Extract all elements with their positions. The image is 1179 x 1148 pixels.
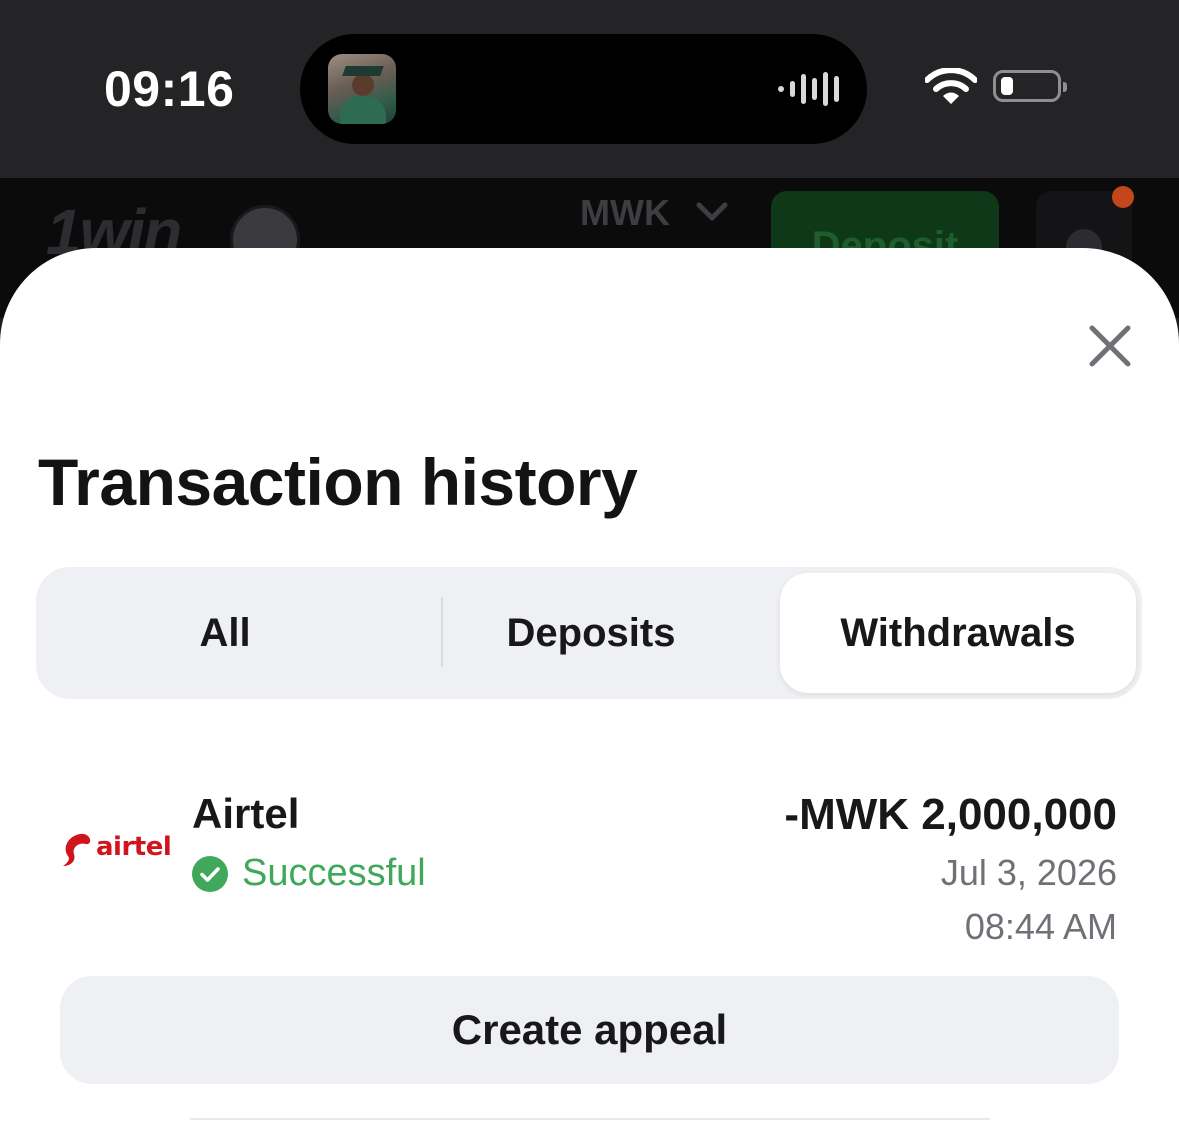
transaction-date: Jul 3, 2026 <box>940 852 1117 893</box>
airtel-swirl-icon <box>63 833 91 866</box>
provider-name: Airtel <box>192 790 300 837</box>
transaction-type-tabs: All Deposits Withdrawals <box>36 567 1142 699</box>
status-text: Successful <box>242 852 426 894</box>
tab-withdrawals[interactable]: Withdrawals <box>780 573 1136 693</box>
audio-waveform-icon <box>778 72 839 106</box>
chevron-down-icon[interactable] <box>695 196 729 226</box>
page-title: Transaction history <box>38 445 638 519</box>
notification-dot <box>1112 186 1134 208</box>
close-button[interactable] <box>1086 322 1134 370</box>
dynamic-island[interactable] <box>300 34 867 144</box>
status-badge: Successful <box>192 852 426 895</box>
transaction-amount: -MWK 2,000,000 <box>784 790 1117 839</box>
transaction-time: 08:44 AM <box>964 906 1117 947</box>
transaction-row[interactable]: airtel Airtel Successful -MWK 2,000,000 … <box>0 760 1179 960</box>
tab-deposits[interactable]: Deposits <box>408 573 774 693</box>
battery-icon <box>993 70 1067 102</box>
airtel-logo: airtel <box>60 828 172 872</box>
currency-selector[interactable]: MWK <box>580 192 670 234</box>
check-circle-icon <box>192 855 228 892</box>
close-icon <box>1089 325 1131 367</box>
tab-all[interactable]: All <box>42 573 408 693</box>
airtel-logo-text: airtel <box>96 832 172 862</box>
status-time: 09:16 <box>104 61 235 117</box>
wifi-icon <box>925 68 977 104</box>
now-playing-art[interactable] <box>328 54 396 124</box>
create-appeal-button[interactable]: Create appeal <box>60 976 1119 1084</box>
status-bar: 09:16 <box>0 0 1179 178</box>
